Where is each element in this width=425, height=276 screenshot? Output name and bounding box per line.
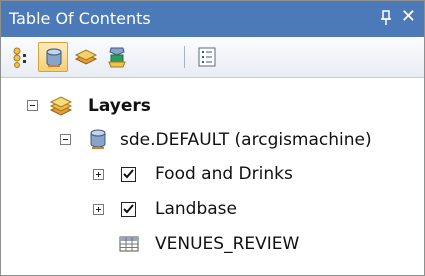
list-by-selection-button[interactable]: [102, 42, 132, 72]
toc-toolbar: [1, 37, 424, 78]
close-icon[interactable]: ✕: [401, 7, 416, 27]
expand-landbase-toggle[interactable]: [93, 204, 104, 215]
collapse-source-toggle[interactable]: [60, 134, 71, 145]
database-icon: [88, 129, 108, 155]
list-by-visibility-button[interactable]: [70, 42, 100, 72]
collapse-layers-toggle[interactable]: [27, 100, 38, 111]
layer-tree: Layers sde.DEFAULT (arcgismachine) Food …: [1, 78, 424, 275]
tree-row-food-and-drinks[interactable]: Food and Drinks: [1, 163, 421, 191]
list-by-source-button[interactable]: [38, 42, 68, 72]
layers-icon: [49, 95, 73, 121]
table-of-contents-window: Table Of Contents ✕ Layers sde.DEFAULT (…: [0, 0, 425, 276]
tree-row-source[interactable]: sde.DEFAULT (arcgismachine): [1, 128, 421, 156]
tree-label-landbase: Landbase: [155, 199, 237, 219]
pin-icon[interactable]: [378, 8, 394, 28]
tree-row-layers[interactable]: Layers: [1, 95, 421, 123]
tree-label-source: sde.DEFAULT (arcgismachine): [120, 130, 372, 150]
landbase-checkbox[interactable]: [121, 202, 136, 217]
toolbar-separator: [184, 46, 185, 68]
title-bar: Table Of Contents ✕: [1, 1, 424, 37]
tree-label-venues-review: VENUES_REVIEW: [155, 234, 300, 254]
window-title: Table Of Contents: [9, 9, 151, 28]
table-icon: [119, 236, 139, 256]
tree-row-venues-review[interactable]: VENUES_REVIEW: [1, 233, 421, 261]
food-and-drinks-checkbox[interactable]: [121, 167, 136, 182]
list-by-drawing-order-button[interactable]: [8, 42, 38, 72]
tree-row-landbase[interactable]: Landbase: [1, 198, 421, 226]
options-button[interactable]: [192, 42, 222, 72]
tree-label-layers: Layers: [88, 96, 151, 116]
tree-label-food-and-drinks: Food and Drinks: [155, 164, 293, 184]
expand-food-and-drinks-toggle[interactable]: [93, 169, 104, 180]
